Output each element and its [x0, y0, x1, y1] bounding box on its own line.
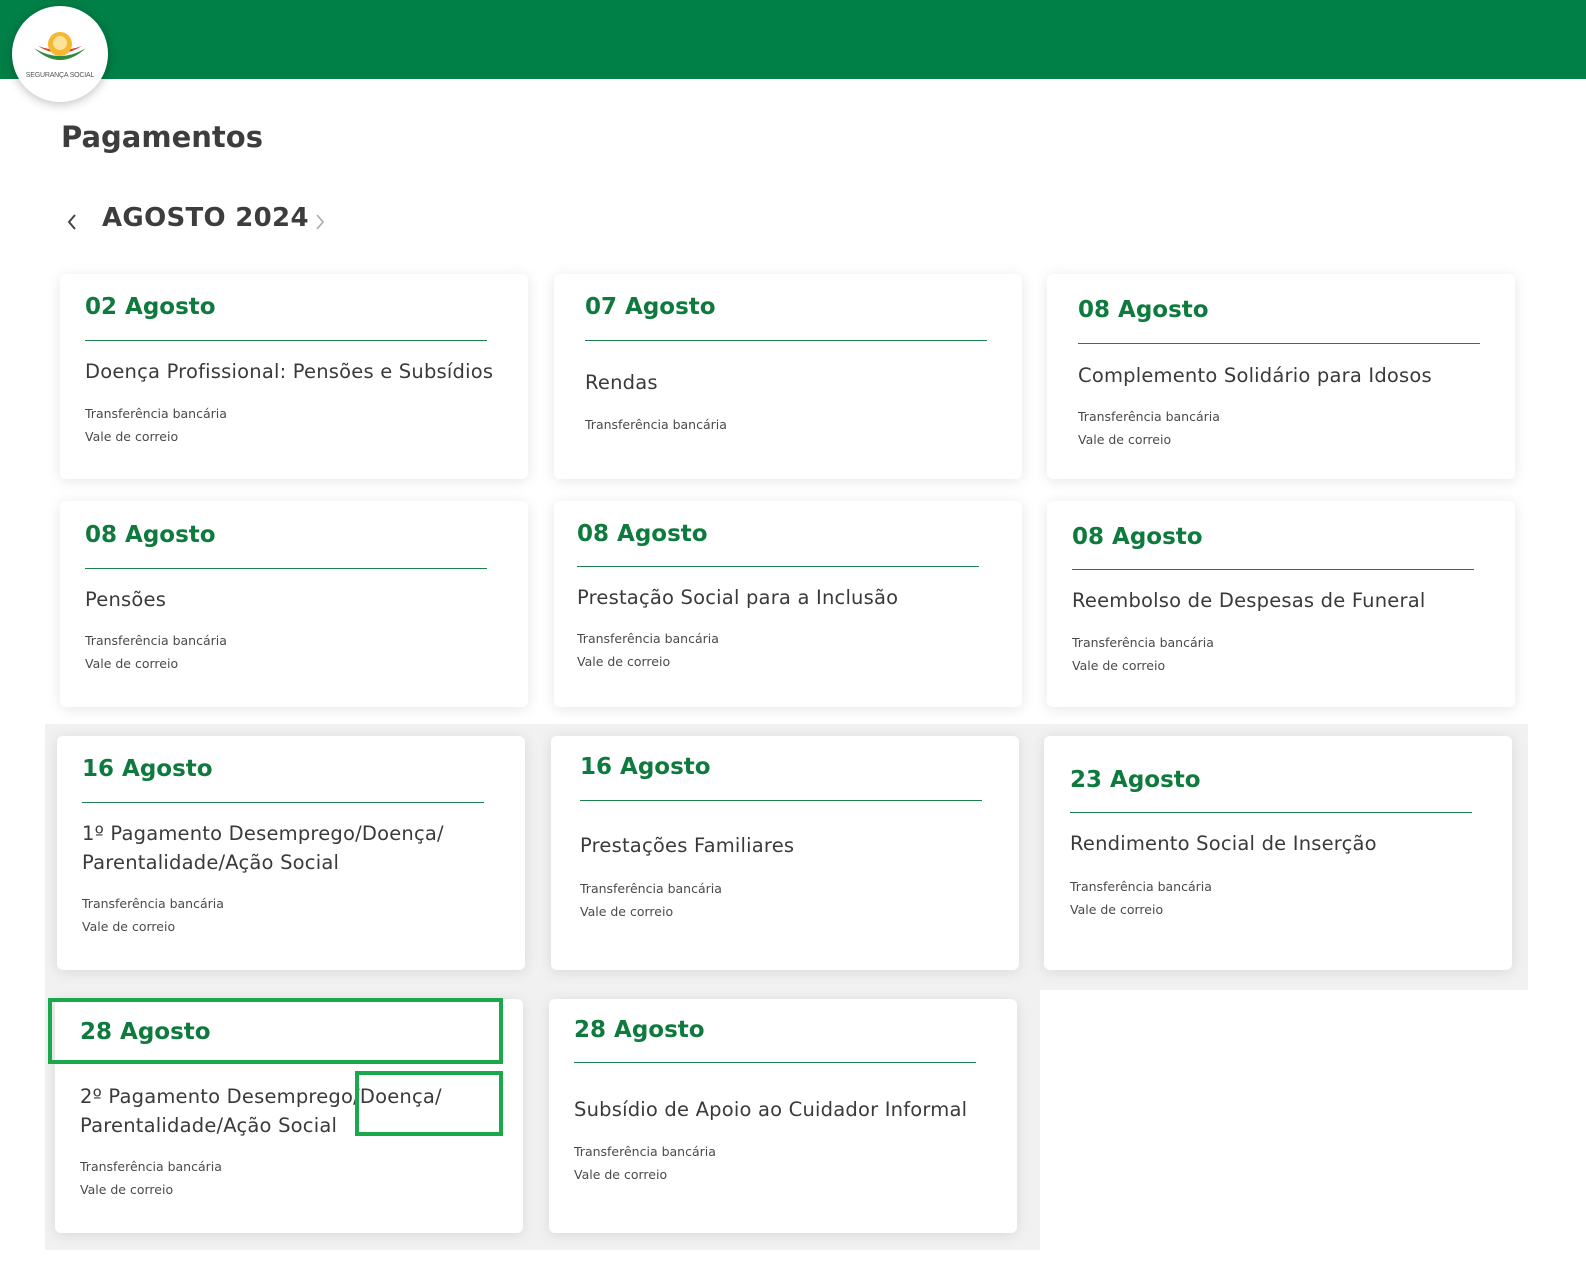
payment-title: Prestações Familiares: [580, 834, 795, 857]
payment-date: 08 Agosto: [85, 522, 216, 548]
divider: [574, 1062, 976, 1063]
payment-methods: Transferência bancária Vale de correio: [574, 1140, 716, 1186]
payment-method: Transferência bancária: [85, 633, 227, 648]
payment-method: Vale de correio: [85, 656, 179, 671]
payment-title: Subsídio de Apoio ao Cuidador Informal: [574, 1098, 968, 1121]
payment-method: Vale de correio: [82, 919, 176, 934]
payment-method: Transferência bancária: [1078, 409, 1220, 424]
payment-method: Vale de correio: [80, 1182, 174, 1197]
month-label: AGOSTO 2024: [102, 203, 309, 233]
divider: [577, 566, 979, 567]
payment-card[interactable]: 08 Agosto Pensões Transferência bancária…: [60, 501, 528, 707]
payment-date: 16 Agosto: [82, 756, 213, 782]
payment-methods: Transferência bancária Vale de correio: [1072, 631, 1214, 677]
payment-date: 02 Agosto: [85, 294, 216, 320]
highlight-box: [48, 998, 503, 1064]
payment-card[interactable]: 08 Agosto Complemento Solidário para Ido…: [1047, 274, 1515, 479]
payment-date: 07 Agosto: [585, 294, 716, 320]
payment-methods: Transferência bancária Vale de correio: [1070, 875, 1212, 921]
payment-method: Vale de correio: [580, 904, 674, 919]
payment-method: Vale de correio: [574, 1167, 668, 1182]
payment-date: 23 Agosto: [1070, 767, 1201, 793]
payment-method: Transferência bancária: [80, 1159, 222, 1174]
payment-method: Vale de correio: [1078, 432, 1172, 447]
payment-method: Transferência bancária: [82, 896, 224, 911]
seguranca-social-logo-icon: [34, 32, 86, 60]
payment-method: Transferência bancária: [1070, 879, 1212, 894]
payment-method: Vale de correio: [1070, 902, 1164, 917]
payment-method: Vale de correio: [85, 429, 179, 444]
payment-title: Prestação Social para a Inclusão: [577, 586, 899, 609]
payment-methods: Transferência bancária Vale de correio: [577, 627, 719, 673]
payment-methods: Transferência bancária Vale de correio: [82, 892, 224, 938]
payment-method: Transferência bancária: [580, 881, 722, 896]
payment-title: Reembolso de Despesas de Funeral: [1072, 589, 1426, 612]
payment-card[interactable]: 16 Agosto 1º Pagamento Desemprego/Doença…: [57, 736, 525, 970]
payment-method: Transferência bancária: [1072, 635, 1214, 650]
seguranca-social-logo[interactable]: SEGURANÇA SOCIAL: [12, 6, 108, 102]
payment-method: Vale de correio: [577, 654, 671, 669]
payment-method: Transferência bancária: [85, 406, 227, 421]
payment-method: Transferência bancária: [577, 631, 719, 646]
payment-card[interactable]: 08 Agosto Prestação Social para a Inclus…: [554, 501, 1022, 707]
payment-method: Vale de correio: [1072, 658, 1166, 673]
chevron-left-icon[interactable]: [62, 211, 82, 233]
divider: [82, 802, 484, 803]
payment-title: Pensões: [85, 588, 167, 611]
payment-card[interactable]: 23 Agosto Rendimento Social de Inserção …: [1044, 736, 1512, 970]
payment-date: 08 Agosto: [1072, 524, 1203, 550]
divider: [85, 340, 487, 341]
payment-date: 28 Agosto: [574, 1017, 705, 1043]
payment-card[interactable]: 02 Agosto Doença Profissional: Pensões e…: [60, 274, 528, 479]
divider: [1070, 812, 1472, 813]
payment-method: Transferência bancária: [574, 1144, 716, 1159]
divider: [580, 800, 982, 801]
top-bar: [0, 0, 1586, 79]
divider: [1072, 569, 1474, 570]
payment-card[interactable]: 16 Agosto Prestações Familiares Transfer…: [551, 736, 1019, 970]
page-title: Pagamentos: [61, 120, 263, 154]
payment-date: 16 Agosto: [580, 754, 711, 780]
payment-title: Doença Profissional: Pensões e Subsídios: [85, 360, 494, 383]
payment-method: Transferência bancária: [585, 417, 727, 432]
payment-card[interactable]: 28 Agosto Subsídio de Apoio ao Cuidador …: [549, 999, 1017, 1233]
payment-methods: Transferência bancária Vale de correio: [85, 402, 227, 448]
chevron-right-icon[interactable]: [310, 211, 330, 233]
payment-title: Rendimento Social de Inserção: [1070, 832, 1377, 855]
payment-card[interactable]: 07 Agosto Rendas Transferência bancária: [554, 274, 1022, 479]
payment-title: Complemento Solidário para Idosos: [1078, 364, 1432, 387]
divider: [1078, 343, 1480, 344]
payment-methods: Transferência bancária Vale de correio: [80, 1155, 222, 1201]
payment-card[interactable]: 08 Agosto Reembolso de Despesas de Funer…: [1047, 501, 1515, 707]
payment-title: 1º Pagamento Desemprego/Doença/ Parental…: [82, 822, 444, 874]
payment-title: Rendas: [585, 371, 658, 394]
payment-methods: Transferência bancária: [585, 413, 727, 436]
payment-date: 08 Agosto: [577, 521, 708, 547]
divider: [585, 340, 987, 341]
payment-methods: Transferência bancária Vale de correio: [580, 877, 722, 923]
logo-text: SEGURANÇA SOCIAL: [25, 72, 95, 79]
payment-methods: Transferência bancária Vale de correio: [1078, 405, 1220, 451]
divider: [85, 568, 487, 569]
payment-methods: Transferência bancária Vale de correio: [85, 629, 227, 675]
payment-date: 08 Agosto: [1078, 297, 1209, 323]
highlight-box: [355, 1071, 503, 1136]
